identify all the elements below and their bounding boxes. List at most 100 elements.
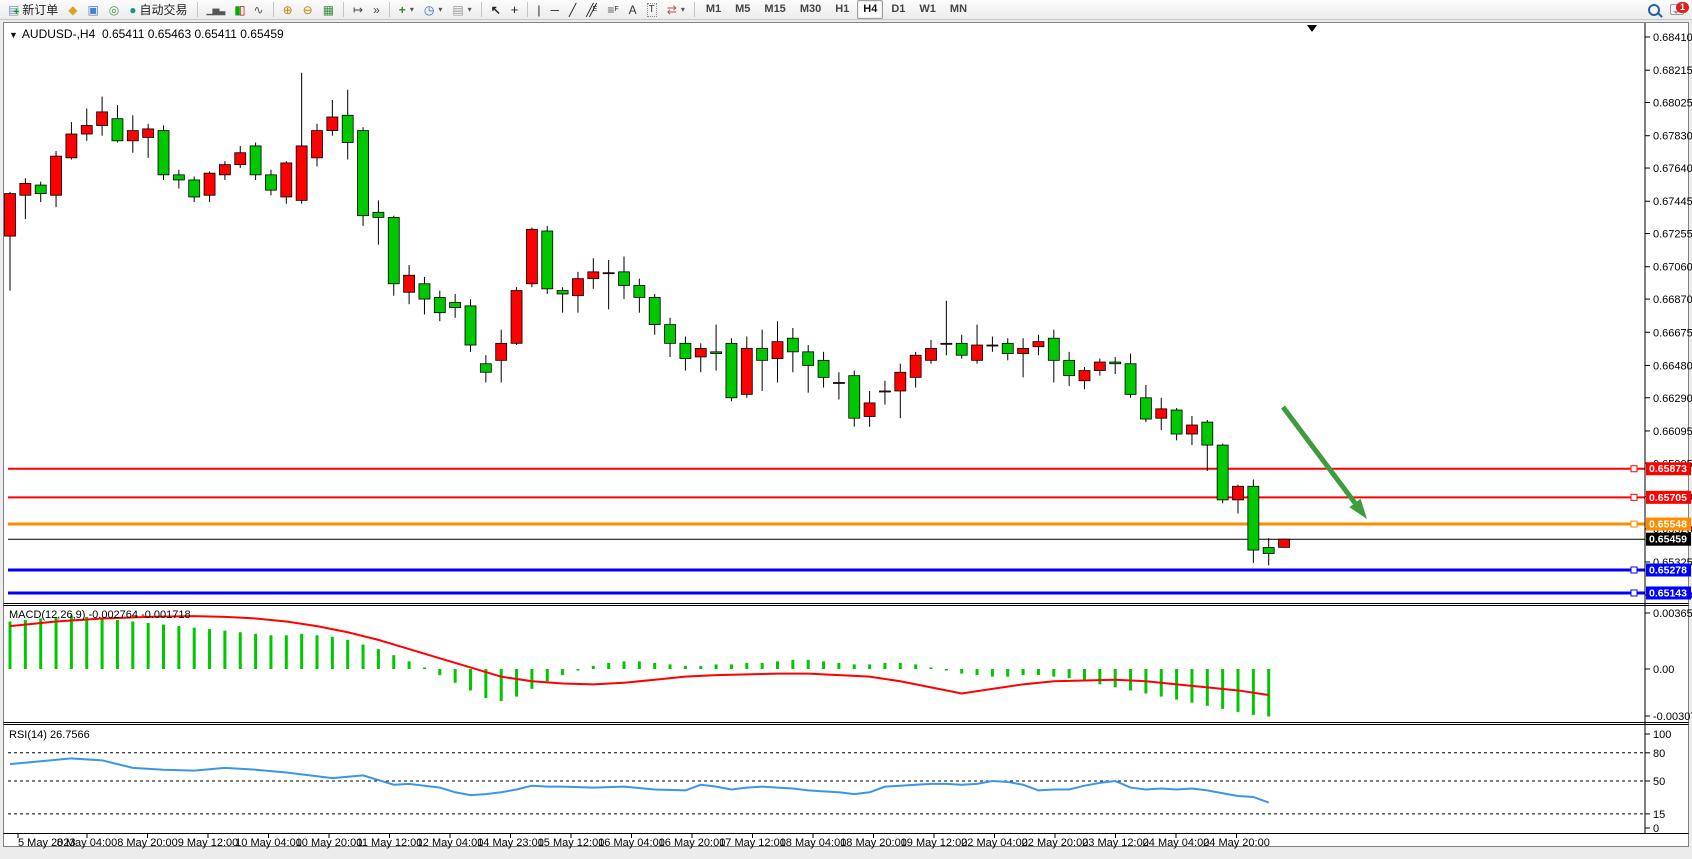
candle	[956, 343, 967, 355]
hline-handle[interactable]	[1631, 590, 1637, 596]
auto-scroll-button[interactable]: ↦	[349, 0, 367, 19]
text-button[interactable]: A	[625, 0, 641, 19]
tf-h4[interactable]: H4	[857, 0, 883, 19]
chevron-down-icon: ▾	[468, 5, 472, 14]
charts-window-button[interactable]: ▣	[83, 0, 102, 19]
bar-chart-button[interactable]: ▁▅▃	[203, 0, 229, 19]
chart-collapse-icon[interactable]: ▼	[9, 30, 18, 40]
candle	[634, 285, 645, 297]
text-icon: A	[629, 4, 637, 16]
svg-text:0.68215: 0.68215	[1653, 65, 1692, 77]
svg-text:15 May 12:00: 15 May 12:00	[538, 837, 605, 849]
horizontal-line-button[interactable]: ─	[546, 0, 563, 19]
toolbar-button-label: M15	[764, 3, 785, 15]
tf-d1[interactable]: D1	[885, 0, 911, 19]
tf-mn[interactable]: MN	[944, 0, 973, 19]
candle	[849, 376, 860, 419]
svg-text:0.66095: 0.66095	[1653, 426, 1692, 438]
svg-text:8 May 04:00: 8 May 04:00	[57, 837, 118, 849]
candle	[1064, 360, 1075, 375]
svg-text:0.003656: 0.003656	[1653, 608, 1692, 620]
candle	[1279, 539, 1290, 547]
candle	[649, 297, 660, 324]
doc-plus-icon: ▤+	[8, 2, 19, 18]
fibonacci-icon: ≡F	[607, 4, 618, 16]
candle	[818, 360, 829, 377]
trendline-button[interactable]: ╱	[565, 0, 580, 19]
label-button[interactable]: T	[643, 0, 661, 19]
toolbar-separator	[197, 2, 198, 17]
periods-button[interactable]: ◷▾	[420, 0, 447, 19]
tf-m15[interactable]: M15	[758, 0, 791, 19]
candle	[1018, 348, 1029, 353]
hline-handle[interactable]	[1631, 466, 1637, 472]
candle	[1263, 548, 1274, 554]
fibonacci-button[interactable]: ≡F	[603, 0, 622, 19]
candle	[603, 273, 614, 274]
autotrading-button[interactable]: ●自动交易	[125, 0, 191, 19]
zoom-in-button[interactable]: ⊕	[279, 0, 297, 19]
candle	[680, 343, 691, 358]
chart-window: 0.684100.682150.680250.678300.676400.674…	[0, 21, 1692, 859]
toolbar-button-label: D1	[891, 3, 905, 15]
candle	[327, 117, 338, 131]
price-tag-support-2: 0.65143	[1649, 587, 1687, 599]
candle	[404, 275, 415, 292]
crosshair-button[interactable]: +	[507, 0, 523, 19]
candle	[542, 231, 553, 289]
candle	[97, 112, 108, 126]
hline-handle[interactable]	[1631, 494, 1637, 500]
price-tag-support-1: 0.65278	[1649, 565, 1687, 577]
vertical-line-button[interactable]: |	[533, 0, 544, 19]
templates-button[interactable]: ▤▾	[448, 0, 475, 19]
zoom-out-button[interactable]: ⊖	[299, 0, 317, 19]
line-chart-icon: ∿	[254, 4, 264, 16]
candle	[1079, 371, 1090, 381]
notifications-button[interactable]: 1	[1666, 0, 1688, 19]
candlestick-icon: ▮▯	[234, 4, 243, 16]
label-icon: T	[647, 3, 657, 17]
candle	[5, 194, 16, 237]
channel-button[interactable]: ╱╱E	[582, 0, 601, 19]
tf-m30[interactable]: M30	[794, 0, 827, 19]
candle	[695, 348, 706, 357]
new-order-button[interactable]: ▤+新订单	[4, 0, 62, 19]
chat-bubble-icon: 1	[1670, 4, 1684, 15]
candle	[1217, 445, 1228, 500]
indicators-button[interactable]: +▾	[395, 0, 418, 19]
candle	[158, 131, 169, 175]
chevron-down-icon: ▾	[410, 5, 414, 14]
candle	[557, 291, 568, 294]
candlestick-chart-button[interactable]: ▮▯	[230, 0, 247, 19]
trendline-icon: ╱	[569, 4, 576, 16]
signals-button[interactable]: ◎	[105, 0, 123, 19]
monitor-icon: ▣	[87, 4, 98, 16]
tile-windows-button[interactable]: ▦	[319, 0, 338, 19]
template-icon: ▤	[452, 4, 463, 16]
candle	[480, 364, 491, 373]
cursor-button[interactable]: ↖	[487, 0, 505, 19]
indicators-icon: +	[399, 4, 406, 16]
chart-shift-icon: »	[373, 4, 380, 16]
tf-m1[interactable]: M1	[700, 0, 727, 19]
hline-handle[interactable]	[1631, 521, 1637, 527]
tf-h1[interactable]: H1	[829, 0, 855, 19]
svg-text:0.67255: 0.67255	[1653, 229, 1692, 241]
globe-icon: ●	[129, 4, 136, 16]
line-chart-button[interactable]: ∿	[250, 0, 268, 19]
hline-icon: ─	[550, 4, 559, 16]
channel-icon: ╱╱E	[586, 4, 597, 16]
search-button[interactable]	[1644, 0, 1664, 19]
chart-shift-button[interactable]: »	[369, 0, 384, 19]
styler-button[interactable]: ◆	[64, 0, 81, 19]
hline-handle[interactable]	[1631, 567, 1637, 573]
toolbar-button-label: M1	[706, 3, 721, 15]
candle	[726, 343, 737, 397]
svg-text:24 May 20:00: 24 May 20:00	[1203, 837, 1270, 849]
toolbar-separator	[694, 2, 695, 17]
tf-m5[interactable]: M5	[729, 0, 756, 19]
candle	[572, 279, 583, 296]
arrows-button[interactable]: ⇄▾	[663, 0, 689, 19]
tf-w1[interactable]: W1	[913, 0, 942, 19]
candle	[265, 175, 276, 190]
